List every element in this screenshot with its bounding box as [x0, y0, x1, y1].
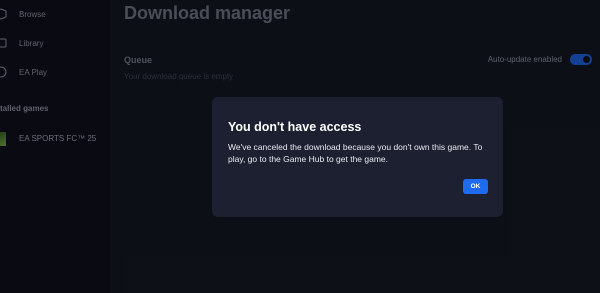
dialog-message: We've canceled the download because you …: [228, 142, 483, 164]
access-dialog: You don't have access We've canceled the…: [212, 97, 503, 217]
ok-button[interactable]: OK: [463, 179, 488, 194]
app-window: Browse Library EA Play talled games EA S…: [0, 0, 600, 293]
dialog-title: You don't have access: [228, 120, 362, 134]
